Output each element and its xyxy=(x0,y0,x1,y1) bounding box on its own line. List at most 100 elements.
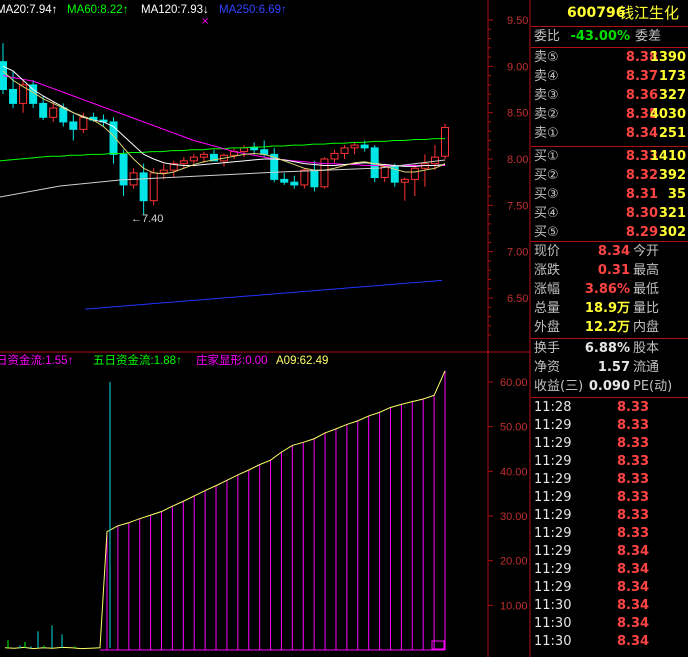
dealer-label: 庄家显形:0.00 xyxy=(196,353,268,367)
stat-value: 0.090 xyxy=(588,379,630,394)
order-label: 买② xyxy=(534,168,559,183)
flow-tick-label: 50.00 xyxy=(500,422,528,434)
buy-row[interactable]: 买③ 8.31 35 xyxy=(531,186,688,204)
buy-row[interactable]: 买⑤ 8.29 302 xyxy=(531,224,688,242)
stock-name: 钱江生化 xyxy=(619,4,680,22)
candle-body xyxy=(280,178,289,183)
stat-label-right: 内盘 xyxy=(633,320,660,335)
sell-row[interactable]: 卖① 8.34 251 xyxy=(531,125,688,143)
order-volume: 251 xyxy=(658,126,686,141)
tick-time: 11:29 xyxy=(534,544,572,559)
price-tick-label: 7.50 xyxy=(507,200,528,212)
order-label: 卖⑤ xyxy=(534,50,559,65)
tick-price: 8.33 xyxy=(617,490,650,505)
tick-time: 11:29 xyxy=(534,418,572,433)
candle-body xyxy=(430,156,439,165)
tick-time: 11:29 xyxy=(534,490,572,505)
tick-row: 11:30 8.34 xyxy=(531,615,688,633)
sell-row[interactable]: 卖⑤ 8.38 1390 xyxy=(531,49,688,67)
order-price: 8.30 xyxy=(625,206,658,221)
tick-row: 11:29 8.34 xyxy=(531,543,688,561)
tick-price: 8.34 xyxy=(617,634,650,649)
candle-body xyxy=(290,181,299,186)
tick-price: 8.34 xyxy=(617,598,650,613)
tick-row: 11:29 8.33 xyxy=(531,525,688,543)
candle-body xyxy=(49,107,58,118)
a09-line xyxy=(4,370,446,650)
candle-body xyxy=(79,116,88,130)
buy-row[interactable]: 买① 8.33 1410 xyxy=(531,148,688,166)
tick-time: 11:30 xyxy=(534,598,572,613)
order-price: 8.37 xyxy=(625,69,658,84)
fund-flow-1d-label: 日资金流:1.55↑ xyxy=(0,353,73,367)
tick-time: 11:29 xyxy=(534,436,572,451)
candle-body xyxy=(39,102,48,118)
low-price-marker: ←7.40 xyxy=(131,213,163,225)
cross-marker: × xyxy=(201,16,209,27)
candle-body xyxy=(250,147,259,151)
tick-row: 11:28 8.33 xyxy=(531,399,688,417)
tick-time: 11:29 xyxy=(534,526,572,541)
stat-label: 涨幅 xyxy=(534,282,561,297)
divider xyxy=(531,397,688,398)
ma120-label: MA120:7.93↓ xyxy=(141,4,209,16)
flow-tick-label: 60.00 xyxy=(500,377,528,389)
stock-terminal: 9.50 9.00 8.50 8.00 7.50 7.00 6.50 60.00 50.00 40… xyxy=(0,0,688,657)
kline-chart-area[interactable]: 9.50 9.00 8.50 8.00 7.50 7.00 6.50 60.00 50.00 40… xyxy=(0,0,531,657)
ma250-label: MA250:6.69↑ xyxy=(219,4,287,16)
tick-price: 8.34 xyxy=(617,616,650,631)
order-volume: 35 xyxy=(667,187,686,202)
a09-label: A09:62.49 xyxy=(276,355,328,367)
order-volume: 4030 xyxy=(649,107,686,122)
weibi-row: 委比 -43.00% 委差 xyxy=(531,28,688,46)
buy-row[interactable]: 买② 8.32 392 xyxy=(531,167,688,185)
buy-row[interactable]: 买④ 8.30 321 xyxy=(531,205,688,223)
candle-body xyxy=(199,153,208,158)
stat-label-right: 今开 xyxy=(633,244,660,259)
tick-row: 11:29 8.33 xyxy=(531,417,688,435)
stat-row: 换手 6.88% 股本 xyxy=(531,340,688,358)
tick-time: 11:29 xyxy=(534,508,572,523)
sell-row[interactable]: 卖④ 8.37 173 xyxy=(531,68,688,86)
order-price: 8.36 xyxy=(625,88,658,103)
candle-body xyxy=(189,156,198,162)
candle-body xyxy=(159,169,168,174)
stat-row: 收益(三) 0.090 PE(动) xyxy=(531,378,688,396)
ma20-label: MA20:7.94↑ xyxy=(0,4,57,16)
candle-body xyxy=(240,147,249,153)
tick-row: 11:29 8.33 xyxy=(531,507,688,525)
stat-row: 总量 18.9万 量比 xyxy=(531,300,688,318)
tick-row: 11:29 8.34 xyxy=(531,561,688,579)
stat-label-right: PE(动) xyxy=(633,379,673,394)
tick-price: 8.33 xyxy=(617,436,650,451)
order-volume: 392 xyxy=(658,168,686,183)
stat-label-right: 最低 xyxy=(633,282,660,297)
divider xyxy=(531,47,688,48)
order-volume: 302 xyxy=(658,225,686,240)
tick-row: 11:30 8.34 xyxy=(531,633,688,651)
stat-row: 涨跌 0.31 最高 xyxy=(531,262,688,280)
price-tick-label: 9.50 xyxy=(507,15,528,27)
order-label: 买① xyxy=(534,149,559,164)
price-tick-label: 7.00 xyxy=(507,247,528,259)
stat-label: 外盘 xyxy=(534,320,561,335)
price-tick-label: 8.50 xyxy=(507,108,528,120)
order-label: 买⑤ xyxy=(534,225,559,240)
order-price: 8.32 xyxy=(625,168,658,183)
divider xyxy=(531,26,688,27)
stat-value: 18.9万 xyxy=(584,301,630,316)
tick-time: 11:29 xyxy=(534,580,572,595)
tick-price: 8.34 xyxy=(617,580,650,595)
ma60-label: MA60:8.22↑ xyxy=(67,4,128,16)
stat-label: 总量 xyxy=(534,301,561,316)
tick-row: 11:29 8.33 xyxy=(531,453,688,471)
sell-row[interactable]: 卖② 8.35 4030 xyxy=(531,106,688,124)
stat-row: 净资 1.57 流通 xyxy=(531,359,688,377)
price-tick-label: 6.50 xyxy=(507,293,528,305)
tick-price: 8.33 xyxy=(617,400,650,415)
stat-row: 外盘 12.2万 内盘 xyxy=(531,319,688,337)
order-volume: 173 xyxy=(658,69,686,84)
stock-header[interactable]: 600796 钱江生化 xyxy=(531,4,688,24)
weicha-label: 委差 xyxy=(635,29,662,44)
sell-row[interactable]: 卖③ 8.36 327 xyxy=(531,87,688,105)
